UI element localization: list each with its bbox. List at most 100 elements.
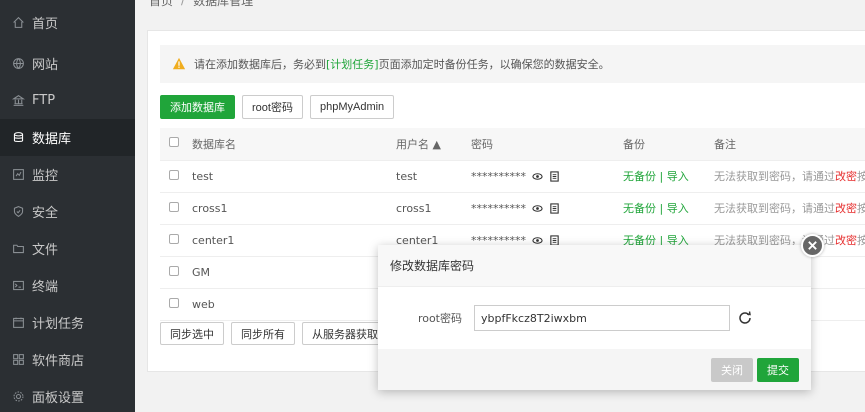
notice-cron-link[interactable]: [计划任务] <box>326 56 379 72</box>
notice-text-before: 请在添加数据库后，务必到 <box>194 58 326 71</box>
close-button[interactable]: 关闭 <box>711 357 753 382</box>
row-checkbox[interactable] <box>169 265 179 276</box>
globe-icon <box>10 56 26 72</box>
grid-icon <box>10 352 26 368</box>
sidebar-item-website[interactable]: 网站 <box>0 45 135 82</box>
refresh-icon[interactable] <box>738 311 752 325</box>
db-user: test <box>396 160 471 193</box>
settings-icon <box>10 389 26 405</box>
dialog-close-icon[interactable] <box>801 234 824 257</box>
sidebar-item-label: 监控 <box>32 169 59 184</box>
table-row: test test ********** 无备份 | 导入 无法获取到密码，请通… <box>160 160 865 193</box>
db-password-cell: ********** <box>471 160 623 193</box>
db-note-cell: 无法获取到密码，请通过改密按钮 <box>714 192 865 225</box>
db-name: web <box>192 288 396 321</box>
col-header-name: 数据库名 <box>192 128 396 161</box>
sidebar-item-security[interactable]: 安全 <box>0 193 135 230</box>
sidebar-item-database[interactable]: 数据库 <box>0 119 135 156</box>
db-name: cross1 <box>192 192 396 225</box>
sidebar-item-store[interactable]: 软件商店 <box>0 341 135 378</box>
sync-selected-button[interactable]: 同步选中 <box>160 322 224 345</box>
db-name: center1 <box>192 224 396 257</box>
db-backup-cell: 无备份 | 导入 <box>623 192 714 225</box>
no-backup-link[interactable]: 无备份 <box>623 170 656 183</box>
row-checkbox[interactable] <box>169 233 179 244</box>
note-text-tail: 按钮 <box>857 202 865 215</box>
database-icon <box>10 130 26 146</box>
db-password: ********** <box>471 201 526 215</box>
col-header-note: 备注 <box>714 128 865 161</box>
breadcrumb: 首页 / 数据库管理 <box>149 0 253 10</box>
sidebar-item-cron[interactable]: 计划任务 <box>0 304 135 341</box>
phpmyadmin-button[interactable]: phpMyAdmin <box>309 95 395 119</box>
eye-icon[interactable] <box>532 171 543 182</box>
sidebar-item-label: FTP <box>32 93 56 108</box>
monitor-icon <box>10 167 26 183</box>
sidebar-item-home[interactable]: 首页 <box>0 0 135 45</box>
eye-icon[interactable] <box>532 203 543 214</box>
note-text-tail: 按钮 <box>857 170 865 183</box>
backup-separator: | <box>656 170 667 183</box>
sidebar-item-label: 面板设置 <box>32 391 85 406</box>
breadcrumb-separator: / <box>181 0 186 7</box>
sidebar-item-label: 网站 <box>32 58 59 73</box>
change-password-link[interactable]: 改密 <box>835 234 857 247</box>
note-text: 无法获取到密码，请通过 <box>714 202 835 215</box>
db-name: GM <box>192 256 396 289</box>
submit-button[interactable]: 提交 <box>757 357 799 382</box>
import-link[interactable]: 导入 <box>667 202 689 215</box>
shield-icon <box>10 204 26 220</box>
col-header-backup: 备份 <box>623 128 714 161</box>
db-user: cross1 <box>396 192 471 225</box>
root-password-button[interactable]: root密码 <box>242 95 303 119</box>
sync-all-button[interactable]: 同步所有 <box>231 322 295 345</box>
sidebar-item-label: 数据库 <box>32 132 72 147</box>
col-header-user[interactable]: 用户名 ▲ <box>396 128 471 161</box>
sidebar-item-label: 安全 <box>32 206 59 221</box>
db-password: ********** <box>471 169 526 183</box>
toolbar: 添加数据库 root密码 phpMyAdmin <box>160 95 395 119</box>
backup-separator: | <box>656 202 667 215</box>
change-password-link[interactable]: 改密 <box>835 170 857 183</box>
dialog-title: 修改数据库密码 <box>378 245 811 287</box>
dialog-body: root密码 <box>378 287 811 349</box>
calendar-icon <box>10 315 26 331</box>
sidebar-item-label: 软件商店 <box>32 354 85 369</box>
select-all-checkbox[interactable] <box>169 137 179 148</box>
change-password-link[interactable]: 改密 <box>835 202 857 215</box>
change-password-dialog: 修改数据库密码 root密码 关闭 提交 <box>378 245 811 390</box>
sidebar-item-ftp[interactable]: FTP <box>0 82 135 119</box>
notice-text-after: 页面添加定时备份任务，以确保您的数据安全。 <box>378 58 610 71</box>
row-checkbox[interactable] <box>169 297 179 308</box>
root-password-input[interactable] <box>474 305 730 331</box>
db-backup-cell: 无备份 | 导入 <box>623 160 714 193</box>
db-password-cell: ********** <box>471 192 623 225</box>
copy-icon[interactable] <box>549 171 560 182</box>
table-row: cross1 cross1 ********** 无备份 | 导入 无法获取到密… <box>160 192 865 225</box>
note-text: 无法获取到密码，请通过 <box>714 170 835 183</box>
sidebar-item-label: 计划任务 <box>32 317 85 332</box>
table-header-row: 数据库名 用户名 ▲ 密码 备份 备注 <box>160 128 865 161</box>
sidebar-item-label: 文件 <box>32 243 59 258</box>
copy-icon[interactable] <box>549 203 560 214</box>
note-text-tail: 按钮 <box>857 234 865 247</box>
breadcrumb-home[interactable]: 首页 <box>149 0 173 9</box>
row-checkbox[interactable] <box>169 201 179 212</box>
row-checkbox[interactable] <box>169 169 179 180</box>
terminal-icon <box>10 278 26 294</box>
breadcrumb-current: 数据库管理 <box>193 0 254 8</box>
sidebar: 首页 网站 FTP 数据库 监控 安全 文件 终端 计划任务 软件商店 面板设置 <box>0 0 135 412</box>
root-password-label: root密码 <box>417 312 462 325</box>
sidebar-item-label: 终端 <box>32 280 59 295</box>
sidebar-item-monitor[interactable]: 监控 <box>0 156 135 193</box>
sidebar-item-settings[interactable]: 面板设置 <box>0 378 135 412</box>
sidebar-item-files[interactable]: 文件 <box>0 230 135 267</box>
folder-icon <box>10 241 26 257</box>
add-database-button[interactable]: 添加数据库 <box>160 95 235 119</box>
fetch-from-server-button[interactable]: 从服务器获取 <box>302 322 388 345</box>
no-backup-link[interactable]: 无备份 <box>623 202 656 215</box>
home-icon <box>10 15 26 31</box>
db-name: test <box>192 160 396 193</box>
import-link[interactable]: 导入 <box>667 170 689 183</box>
sidebar-item-terminal[interactable]: 终端 <box>0 267 135 304</box>
